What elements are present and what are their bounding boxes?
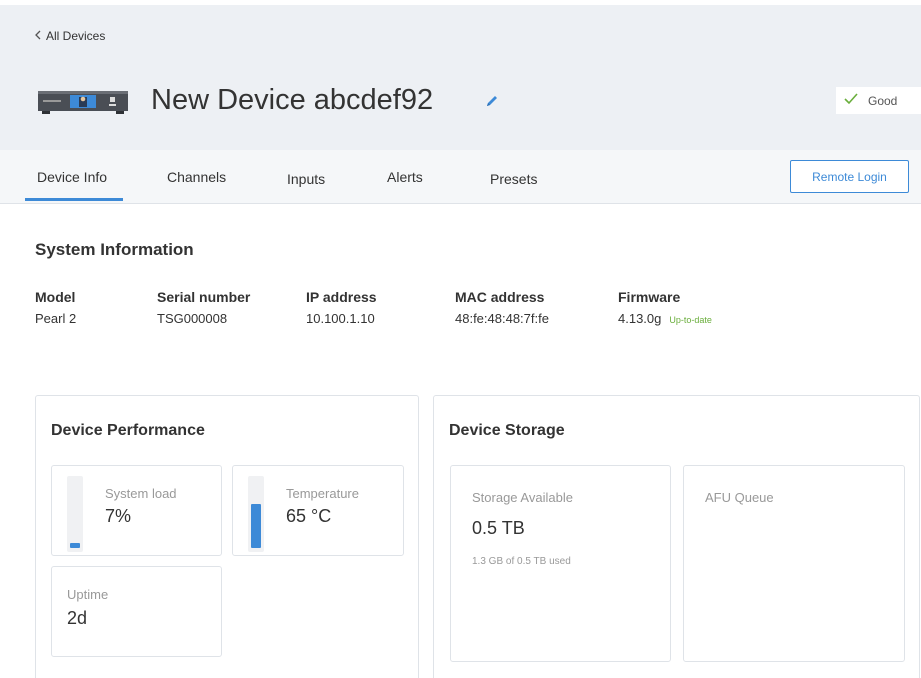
afu-queue-card: AFU Queue bbox=[683, 465, 905, 662]
checkmark-icon bbox=[844, 93, 858, 108]
uptime-card: Uptime 2d bbox=[51, 566, 222, 657]
device-performance-title: Device Performance bbox=[51, 422, 205, 439]
device-storage-panel: Device Storage Storage Available 0.5 TB … bbox=[433, 395, 920, 678]
temperature-bar-fill bbox=[251, 504, 261, 548]
info-label: IP address bbox=[306, 289, 377, 305]
firmware-status-badge: Up-to-date bbox=[669, 315, 712, 325]
info-mac-address: MAC address 48:fe:48:48:7f:fe bbox=[455, 289, 549, 326]
back-to-all-devices-link[interactable]: All Devices bbox=[34, 29, 105, 43]
device-thumbnail-icon bbox=[38, 89, 128, 115]
info-label: Model bbox=[35, 289, 76, 305]
info-value: 4.13.0g bbox=[618, 311, 662, 326]
temperature-bar bbox=[248, 476, 264, 552]
system-load-bar-fill bbox=[70, 543, 80, 548]
info-label: MAC address bbox=[455, 289, 545, 305]
tab-alerts[interactable]: Alerts bbox=[387, 169, 423, 185]
info-ip-address: IP address 10.100.1.10 bbox=[306, 289, 377, 326]
pencil-icon[interactable] bbox=[484, 93, 500, 109]
tab-device-info[interactable]: Device Info bbox=[37, 169, 107, 185]
temperature-value: 65 °C bbox=[286, 506, 332, 526]
active-tab-indicator bbox=[25, 198, 123, 201]
device-title: New Device abcdef92 bbox=[151, 84, 434, 116]
remote-login-button[interactable]: Remote Login bbox=[790, 160, 909, 193]
device-storage-title: Device Storage bbox=[449, 422, 565, 439]
device-header: All Devices New Device abcdef92 Good bbox=[0, 0, 921, 150]
info-serial-number: Serial number TSG000008 bbox=[157, 289, 250, 326]
system-load-card: System load 7% bbox=[51, 465, 222, 556]
info-value: 10.100.1.10 bbox=[306, 311, 375, 326]
info-label: Serial number bbox=[157, 289, 251, 305]
tab-presets[interactable]: Presets bbox=[490, 171, 537, 187]
device-tabs: Device Info Channels Inputs Alerts Prese… bbox=[0, 150, 921, 204]
tab-channels[interactable]: Channels bbox=[167, 169, 226, 185]
info-label: Firmware bbox=[618, 289, 681, 305]
system-load-value: 7% bbox=[105, 506, 132, 526]
device-performance-panel: Device Performance System load 7% Temper… bbox=[35, 395, 419, 678]
tab-inputs[interactable]: Inputs bbox=[287, 171, 325, 187]
chevron-left-icon bbox=[34, 29, 42, 43]
storage-available-card: Storage Available 0.5 TB 1.3 GB of 0.5 T… bbox=[450, 465, 671, 662]
system-load-label: System load bbox=[105, 486, 177, 501]
storage-available-value: 0.5 TB bbox=[472, 518, 525, 538]
uptime-label: Uptime bbox=[67, 587, 109, 602]
system-information-title: System Information bbox=[35, 240, 194, 259]
afu-queue-label: AFU Queue bbox=[705, 490, 774, 505]
info-value: 48:fe:48:48:7f:fe bbox=[455, 311, 549, 326]
uptime-value: 2d bbox=[67, 608, 88, 628]
temperature-card: Temperature 65 °C bbox=[232, 465, 404, 556]
storage-available-label: Storage Available bbox=[472, 490, 573, 505]
system-load-bar bbox=[67, 476, 83, 552]
info-value: Pearl 2 bbox=[35, 311, 77, 326]
back-link-label: All Devices bbox=[46, 29, 106, 43]
info-model: Model Pearl 2 bbox=[35, 289, 76, 326]
temperature-label: Temperature bbox=[286, 486, 359, 501]
status-label: Good bbox=[868, 93, 898, 108]
storage-usage-note: 1.3 GB of 0.5 TB used bbox=[472, 556, 571, 567]
info-value: TSG000008 bbox=[157, 311, 228, 326]
info-firmware: Firmware 4.13.0g Up-to-date bbox=[618, 289, 712, 326]
device-status-badge: Good bbox=[836, 87, 921, 114]
